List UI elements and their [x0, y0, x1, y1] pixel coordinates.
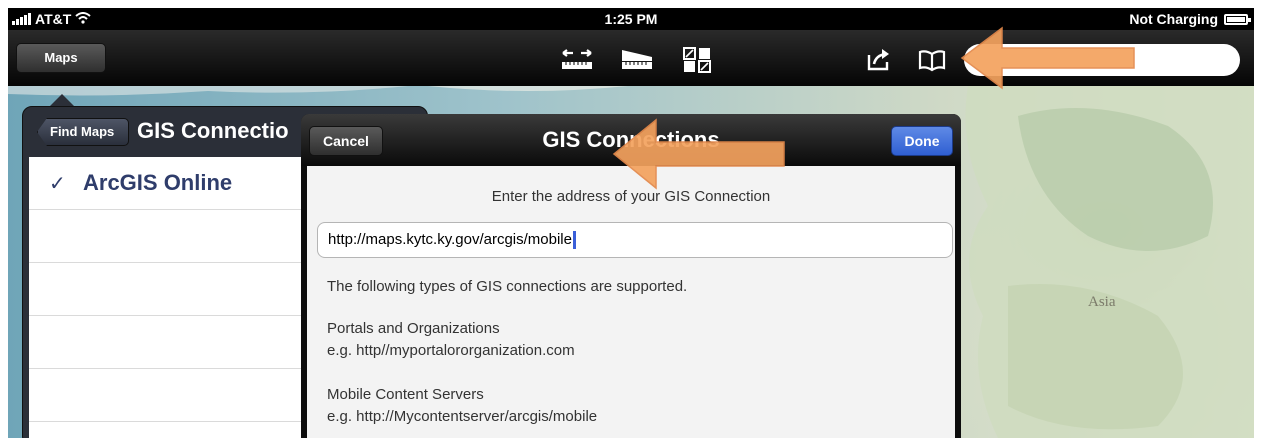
- annotation-arrow-icon: [960, 26, 1135, 90]
- maps-button[interactable]: Maps: [16, 43, 106, 73]
- portals-title: Portals and Organizations: [327, 320, 500, 337]
- status-right: Not Charging: [1129, 11, 1251, 27]
- basemap-icon[interactable]: [620, 47, 654, 73]
- gis-url-input[interactable]: http://maps.kytc.ky.gov/arcgis/mobile: [317, 222, 953, 258]
- text-caret: [572, 231, 576, 250]
- tool-icons: [560, 47, 714, 73]
- portals-example: e.g. http//myportalororganization.com: [327, 342, 575, 359]
- checkmark-icon: ✓: [49, 173, 66, 195]
- annotation-arrow-icon: [612, 118, 785, 190]
- mobile-title: Mobile Content Servers: [327, 386, 484, 403]
- mobile-example: e.g. http://Mycontentserver/arcgis/mobil…: [327, 408, 598, 425]
- grid-icon[interactable]: [680, 47, 714, 73]
- share-icon[interactable]: [866, 46, 892, 72]
- bookmarks-icon[interactable]: [918, 48, 946, 72]
- charging-label: Not Charging: [1129, 11, 1218, 27]
- done-button[interactable]: Done: [891, 126, 953, 156]
- ipad-screen: AT&T 1:25 PM Not Charging Maps Asia Find…: [8, 8, 1254, 438]
- supported-text: The following types of GIS connections a…: [327, 278, 688, 295]
- popover-title: GIS Connectio: [137, 118, 289, 143]
- dialog-body: Enter the address of your GIS Connection…: [307, 166, 955, 438]
- measure-icon[interactable]: [560, 47, 594, 73]
- map-label-asia: Asia: [1088, 294, 1116, 310]
- url-value: http://maps.kytc.ky.gov/arcgis/mobile: [328, 231, 572, 248]
- list-item-label: ArcGIS Online: [83, 170, 233, 195]
- find-maps-back-button[interactable]: Find Maps: [37, 118, 129, 146]
- battery-icon: [1224, 13, 1251, 25]
